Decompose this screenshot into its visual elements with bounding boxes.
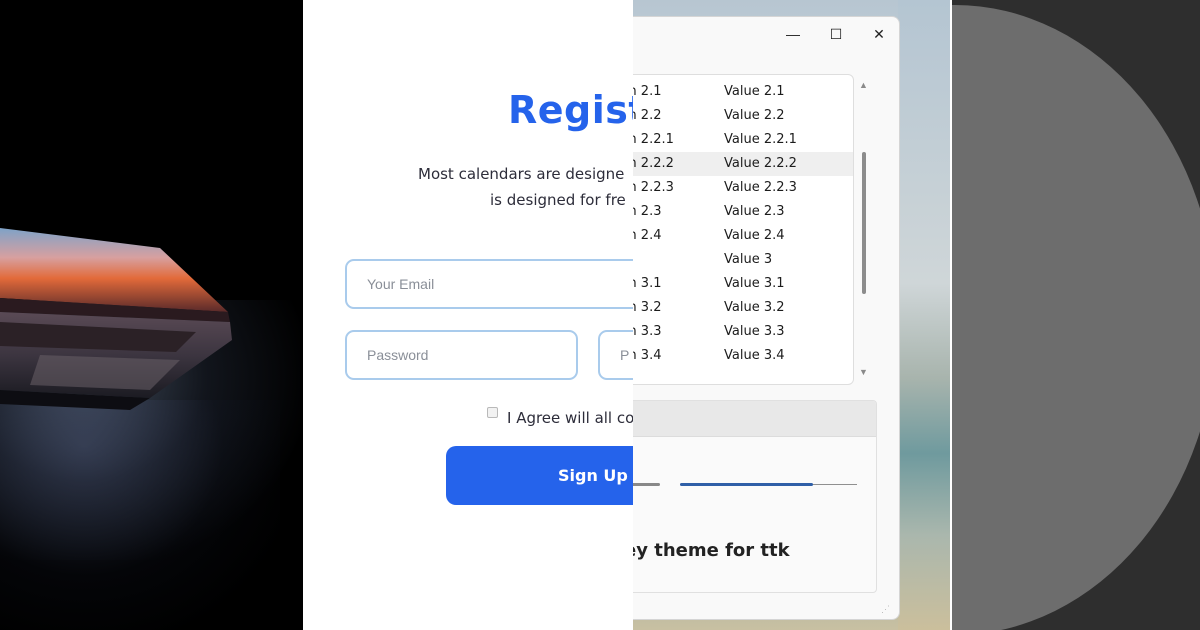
- triangle-up-icon[interactable]: ▲: [859, 80, 868, 90]
- scrollbar-thumb[interactable]: [862, 152, 866, 294]
- minimize-button[interactable]: —: [773, 21, 813, 47]
- treeview-item-value: Value 3.1: [724, 276, 785, 291]
- maximize-button[interactable]: ☐: [816, 21, 856, 47]
- form-description-line1: Most calendars are designe: [418, 165, 625, 183]
- laptop-illustration: [0, 228, 232, 410]
- treeview-item-name: m 3.1: [633, 276, 662, 291]
- ttk-window-panel: — ☐ ✕ m 2.1 Value 2.1 m 2.2 Value 2.2 m 2.2.…: [633, 0, 950, 630]
- registration-form: Regist Most calendars are designe is des…: [303, 0, 633, 630]
- treeview-item-name: m 3.3: [633, 324, 662, 339]
- treeview-item-value: Value 2.2.1: [724, 132, 797, 147]
- treeview-row[interactable]: m 2.2.1 Value 2.2.1: [633, 128, 853, 152]
- grey-circle: [952, 5, 1200, 630]
- treeview-row[interactable]: m 3.1 Value 3.1: [633, 272, 853, 296]
- app-window: — ☐ ✕ m 2.1 Value 2.1 m 2.2 Value 2.2 m 2.2.…: [633, 16, 900, 620]
- agree-checkbox[interactable]: [487, 407, 498, 418]
- email-input[interactable]: [345, 259, 633, 309]
- form-title: Regist: [508, 88, 633, 132]
- treeview-item-value: Value 2.4: [724, 228, 785, 243]
- treeview-row[interactable]: m 2.3 Value 2.3: [633, 200, 853, 224]
- notebook: ey theme for ttk: [633, 400, 877, 593]
- progress-bar: [680, 483, 813, 486]
- treeview-item-name: m 3.2: [633, 300, 662, 315]
- treeview-row[interactable]: m 3.2 Value 3.2: [633, 296, 853, 320]
- treeview-item-value: Value 2.1: [724, 84, 785, 99]
- desktop-wallpaper: [898, 0, 950, 630]
- treeview: m 2.1 Value 2.1 m 2.2 Value 2.2 m 2.2.1 Value…: [633, 74, 854, 385]
- treeview-item-value: Value 2.3: [724, 204, 785, 219]
- decorative-circle-panel: [952, 0, 1200, 630]
- form-description-line2: is designed for fre: [490, 191, 626, 209]
- treeview-item-value: Value 3.3: [724, 324, 785, 339]
- treeview-item-value: Value 3.4: [724, 348, 785, 363]
- treeview-item-value: Value 3.2: [724, 300, 785, 315]
- treeview-row[interactable]: m 2.2 Value 2.2: [633, 104, 853, 128]
- password-input[interactable]: [345, 330, 578, 380]
- triangle-down-icon[interactable]: ▼: [859, 367, 868, 377]
- notebook-tab-bar[interactable]: [633, 401, 876, 437]
- treeview-row[interactable]: 3Value 3: [633, 248, 853, 272]
- treeview-item-name: m 2.2: [633, 108, 662, 123]
- treeview-rows: m 2.1 Value 2.1 m 2.2 Value 2.2 m 2.2.1 Value…: [633, 80, 853, 368]
- treeview-row[interactable]: m 3.3 Value 3.3: [633, 320, 853, 344]
- close-button[interactable]: ✕: [859, 21, 899, 47]
- treeview-row[interactable]: m 2.4 Value 2.4: [633, 224, 853, 248]
- laptop-photo: [0, 0, 303, 630]
- treeview-item-name: m 3.4: [633, 348, 662, 363]
- treeview-item-name: m 2.1: [633, 84, 662, 99]
- treeview-row[interactable]: m 2.1 Value 2.1: [633, 80, 853, 104]
- treeview-item-name: m 2.4: [633, 228, 662, 243]
- treeview-item-name: m 2.2.3: [633, 180, 674, 195]
- treeview-row[interactable]: m 3.4 Value 3.4: [633, 344, 853, 368]
- treeview-item-value: Value 2.2: [724, 108, 785, 123]
- treeview-row[interactable]: m 2.2.2 Value 2.2.2: [633, 152, 853, 176]
- scale-slider[interactable]: [633, 483, 660, 486]
- vertical-scrollbar[interactable]: ▲ ▼: [858, 74, 870, 385]
- resize-grip-icon[interactable]: ⋰: [881, 604, 890, 615]
- signup-button[interactable]: Sign Up: [446, 446, 633, 505]
- agree-label: I Agree will all co: [507, 409, 633, 427]
- treeview-item-value: Value 2.2.3: [724, 180, 797, 195]
- treeview-item-name: m 2.2.2: [633, 156, 674, 171]
- confirm-password-input[interactable]: [598, 330, 633, 380]
- treeview-item-value: Value 2.2.2: [724, 156, 797, 171]
- laptop-screen: [0, 228, 228, 312]
- treeview-item-value: Value 3: [724, 252, 773, 267]
- treeview-row[interactable]: m 2.2.3 Value 2.2.3: [633, 176, 853, 200]
- treeview-item-name: m 2.2.1: [633, 132, 674, 147]
- treeview-item-name: m 2.3: [633, 204, 662, 219]
- theme-label: ey theme for ttk: [633, 540, 790, 561]
